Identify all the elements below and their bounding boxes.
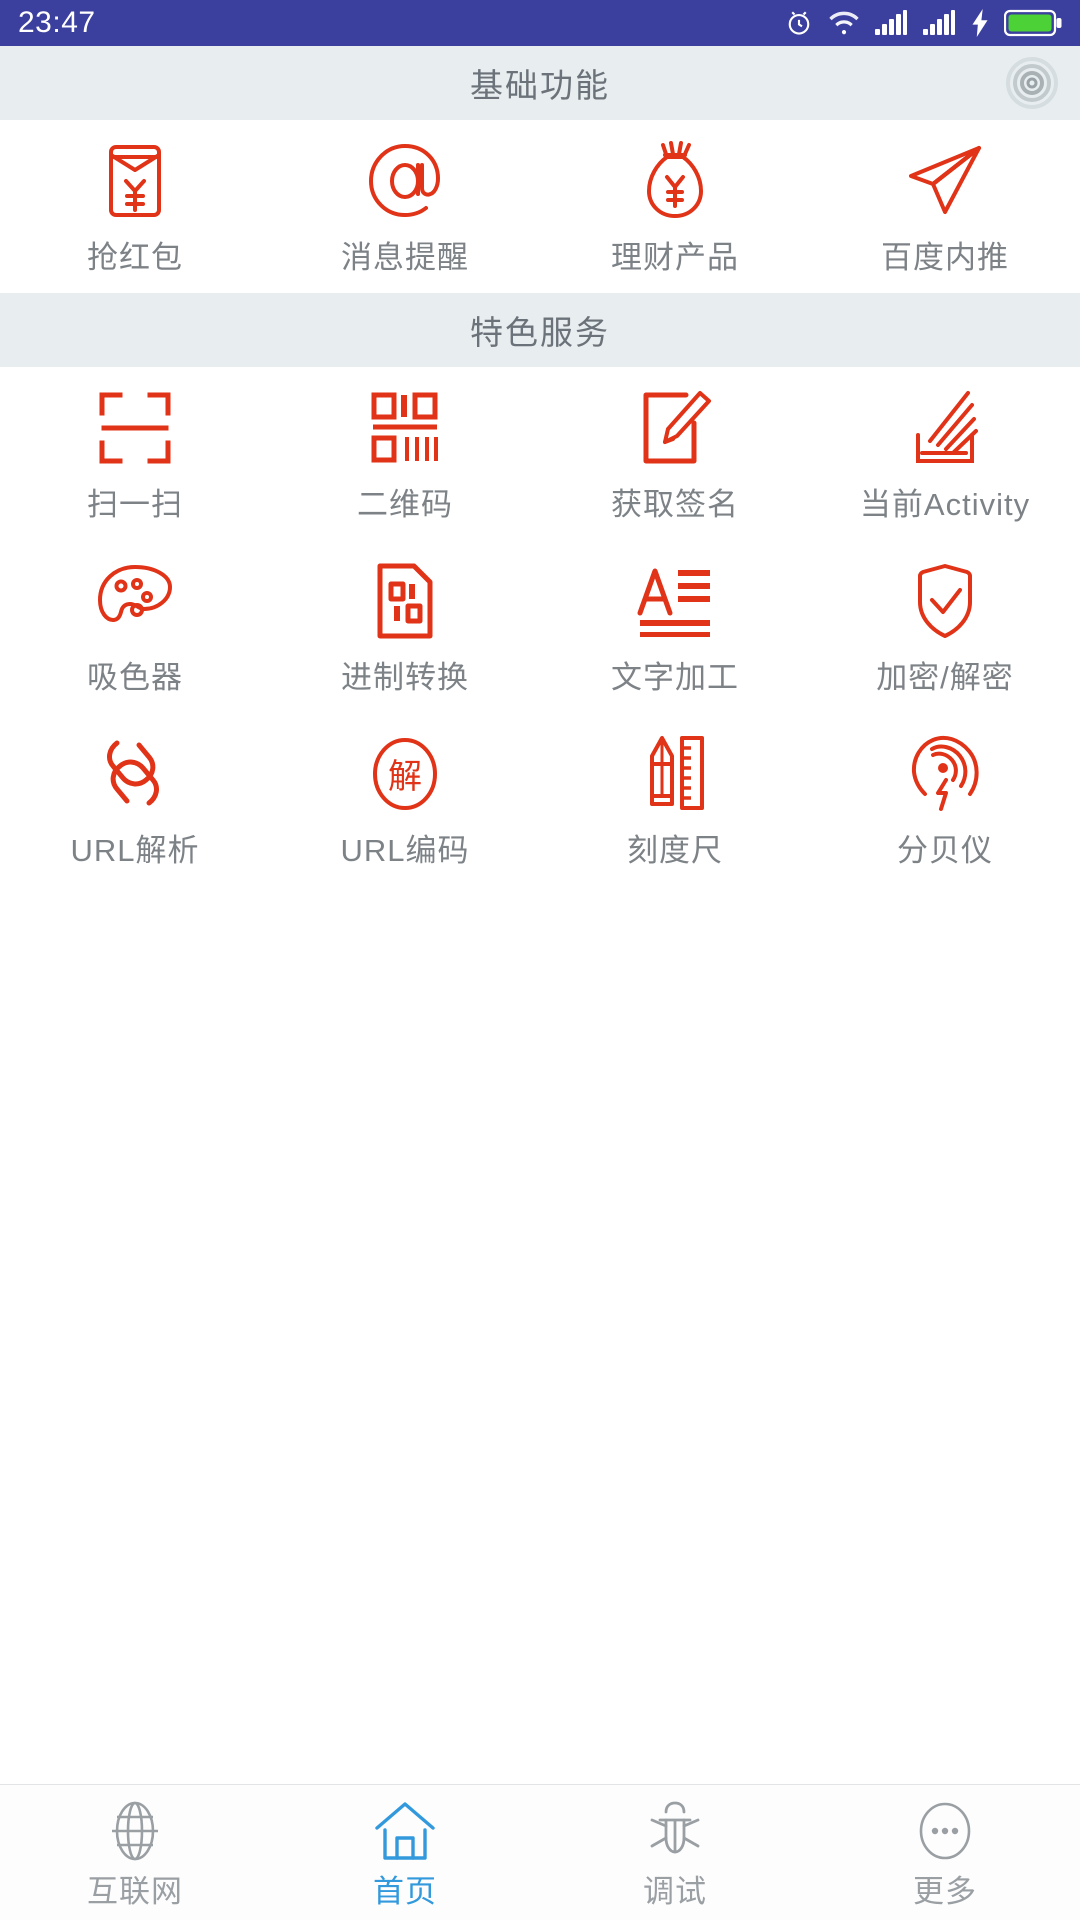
grid-cell-label: 二维码 (357, 487, 453, 522)
section-title: 特色服务 (470, 314, 610, 351)
tab-label: 调试 (643, 1874, 707, 1909)
grid-cell-label: 百度内推 (881, 240, 1009, 275)
tab-internet[interactable]: 互联网 (0, 1785, 270, 1920)
signal-bars-icon (874, 10, 908, 36)
section-header-basic: 基础功能 (0, 46, 1080, 120)
globe-icon (104, 1800, 166, 1862)
bug-icon (646, 1800, 704, 1862)
tab-label: 首页 (373, 1874, 437, 1909)
activity-stack-icon (910, 389, 980, 467)
money-bag-yuan-icon (641, 141, 709, 220)
grid-cell-label: 消息提醒 (341, 240, 469, 275)
grid-cell-get-signature[interactable]: 获取签名 (540, 367, 810, 540)
grid-cell-decibel-meter[interactable]: 分贝仪 (810, 713, 1080, 886)
tab-label: 更多 (913, 1874, 977, 1909)
wifi-icon (828, 10, 860, 36)
tab-debug[interactable]: 调试 (540, 1785, 810, 1920)
grid-basic: 抢红包 消息提醒 理财产品 百度内推 (0, 120, 1080, 293)
tab-more[interactable]: 更多 (810, 1785, 1080, 1920)
status-bar-icons (784, 8, 1062, 38)
target-bullseye-icon[interactable] (1006, 57, 1058, 109)
text-lines-a-icon (636, 562, 714, 640)
section-header-featured: 特色服务 (0, 293, 1080, 367)
grid-cell-label: URL解析 (70, 833, 200, 868)
tab-home[interactable]: 首页 (270, 1785, 540, 1920)
grid-cell-label: 获取签名 (611, 487, 739, 522)
battery-icon (1004, 9, 1062, 37)
svg-text:解: 解 (388, 757, 422, 797)
grid-cell-label: 分贝仪 (897, 833, 993, 868)
decibel-wave-icon (908, 735, 982, 813)
grid-cell-label: 扫一扫 (87, 487, 183, 522)
circled-jie-icon: 解 (370, 735, 440, 813)
bottom-tab-bar: 互联网 首页 调试 更多 (0, 1784, 1080, 1920)
chain-link-icon (99, 735, 171, 813)
home-icon (373, 1800, 437, 1862)
scan-frame-icon (98, 389, 172, 467)
grid-cell-label: 吸色器 (87, 660, 183, 695)
tab-label: 互联网 (87, 1874, 183, 1909)
grid-cell-label: 抢红包 (87, 240, 183, 275)
grid-cell-label: 文字加工 (611, 660, 739, 695)
grid-cell-label: 理财产品 (611, 240, 739, 275)
content-empty-area (0, 886, 1080, 1784)
pencil-ruler-icon (644, 735, 706, 813)
qr-code-icon (369, 389, 441, 467)
grid-cell-url-parse[interactable]: URL解析 (0, 713, 270, 886)
grid-cell-label: 当前Activity (859, 487, 1031, 522)
paper-plane-send-icon (905, 142, 985, 220)
color-palette-icon (95, 562, 175, 640)
status-bar-clock: 23:47 (18, 6, 96, 39)
at-sign-icon (364, 142, 446, 220)
grid-cell-text-processing[interactable]: 文字加工 (540, 540, 810, 713)
signal-bars-icon (922, 10, 956, 36)
signature-pencil-icon (638, 389, 712, 467)
app-root: 23:47 基础功能 抢红包 消息提醒 理财产品 百度内推 特色服务 扫一扫 二… (0, 0, 1080, 1920)
binary-document-icon (374, 562, 436, 640)
grid-cell-red-envelope[interactable]: 抢红包 (0, 120, 270, 293)
grid-cell-baidu-referral[interactable]: 百度内推 (810, 120, 1080, 293)
grid-cell-label: 刻度尺 (627, 833, 723, 868)
grid-featured: 扫一扫 二维码 获取签名 当前Activity 吸色器 进制转换 文字加工 加密… (0, 367, 1080, 886)
grid-cell-qr-code[interactable]: 二维码 (270, 367, 540, 540)
grid-cell-finance-product[interactable]: 理财产品 (540, 120, 810, 293)
grid-cell-color-picker[interactable]: 吸色器 (0, 540, 270, 713)
alarm-clock-icon (784, 8, 814, 38)
grid-cell-ruler[interactable]: 刻度尺 (540, 713, 810, 886)
grid-cell-current-activity[interactable]: 当前Activity (810, 367, 1080, 540)
grid-cell-encrypt-decrypt[interactable]: 加密/解密 (810, 540, 1080, 713)
grid-cell-url-encode[interactable]: 解 URL编码 (270, 713, 540, 886)
grid-cell-label: URL编码 (340, 833, 470, 868)
grid-cell-message-alert[interactable]: 消息提醒 (270, 120, 540, 293)
red-envelope-yuan-icon (100, 142, 170, 220)
grid-cell-scan[interactable]: 扫一扫 (0, 367, 270, 540)
grid-cell-label: 进制转换 (341, 660, 469, 695)
shield-check-icon (911, 562, 979, 640)
ellipsis-circle-icon (914, 1800, 976, 1862)
grid-cell-base-conversion[interactable]: 进制转换 (270, 540, 540, 713)
grid-cell-label: 加密/解密 (876, 660, 1014, 695)
charging-bolt-icon (970, 9, 990, 37)
section-title: 基础功能 (470, 67, 610, 104)
status-bar: 23:47 (0, 0, 1080, 46)
